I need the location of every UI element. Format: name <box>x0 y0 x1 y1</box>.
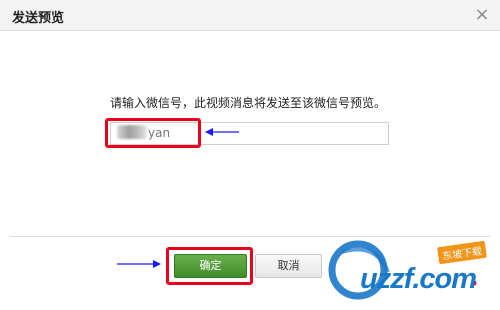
dialog-title: 发送预览 <box>12 11 65 26</box>
arrow-left-icon <box>205 128 239 136</box>
watermark-text: uzzf.com <box>360 263 477 295</box>
close-icon[interactable]: × <box>472 4 492 26</box>
arrow-right-icon <box>117 260 161 268</box>
wechat-id-prompt: 请输入微信号，此视频消息将发送至该微信号预览。 <box>110 96 387 110</box>
cancel-button[interactable]: 取消 <box>255 254 322 278</box>
confirm-highlight-box <box>166 247 253 285</box>
input-highlight-box <box>105 118 201 148</box>
send-preview-dialog: 发送预览 × 请输入微信号，此视频消息将发送至该微信号预览。 yan 确定 取消… <box>0 0 500 310</box>
dialog-titlebar: 发送预览 × <box>0 0 500 31</box>
